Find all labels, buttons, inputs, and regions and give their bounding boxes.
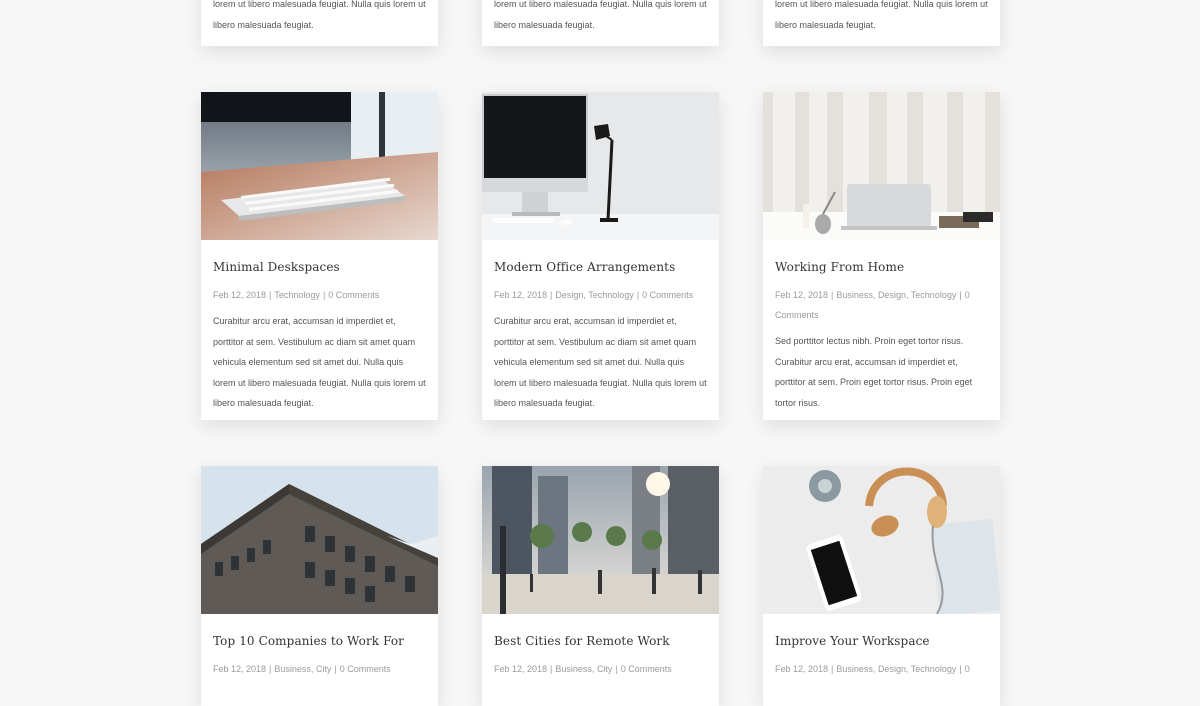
separator: |: [831, 664, 834, 674]
post-thumbnail-headphones[interactable]: [763, 466, 1000, 614]
category-link[interactable]: Design: [878, 290, 906, 300]
post-meta: Feb 12, 2018 | Technology | 0 Comments: [213, 285, 426, 305]
post-card: Working From Home Feb 12, 2018 | Business,…: [763, 92, 1000, 420]
post-thumbnail-building[interactable]: [201, 466, 438, 614]
post-thumbnail-keyboard[interactable]: [201, 92, 438, 240]
post-excerpt: Sed porttitor lectus nibh. Proin eget to…: [775, 336, 973, 408]
post-meta: Feb 12, 2018 | Business, Design, Technolog…: [775, 664, 970, 674]
post-title[interactable]: Top 10 Companies to Work For: [213, 634, 426, 648]
separator: |: [550, 290, 553, 300]
separator: |: [831, 290, 834, 300]
post-title[interactable]: Modern Office Arrangements: [494, 260, 707, 274]
category-link[interactable]: Technology: [588, 290, 634, 300]
category-link[interactable]: Technology: [911, 664, 957, 674]
post-meta: Feb 12, 2018 | Business, City | 0 Comments: [494, 664, 672, 674]
post-date: Feb 12, 2018: [775, 290, 829, 300]
separator: |: [269, 290, 272, 300]
post-date: Feb 12, 2018: [494, 290, 548, 300]
post-meta: Feb 12, 2018 | Business, City | 0 Comments: [213, 664, 391, 674]
separator: |: [322, 290, 326, 300]
post-card: Modern Office Arrangements Feb 12, 2018 |…: [482, 92, 719, 420]
post-card: Improve Your Workspace Feb 12, 2018 | Busi…: [763, 466, 1000, 706]
post-date: Feb 12, 2018: [494, 664, 548, 674]
post-card-top-1: lorem ut libero malesuada feugiat. Nulla…: [201, 0, 438, 46]
post-excerpt: Curabitur arcu erat, accumsan id imperdi…: [213, 316, 426, 409]
category-link[interactable]: City: [316, 664, 332, 674]
separator: |: [550, 664, 553, 674]
post-title[interactable]: Best Cities for Remote Work: [494, 634, 707, 648]
separator: |: [615, 664, 618, 674]
category-link[interactable]: Design: [878, 664, 906, 674]
post-meta: Feb 12, 2018 | Design, Technology | 0 Commen…: [494, 290, 694, 300]
post-body: Improve Your Workspace Feb 12, 2018 | Busi…: [763, 614, 1000, 693]
separator: |: [269, 664, 272, 674]
post-excerpt: lorem ut libero malesuada feugiat. Nulla…: [775, 0, 988, 30]
post-body: Top 10 Companies to Work For Feb 12, 201…: [201, 614, 438, 693]
post-title[interactable]: Improve Your Workspace: [775, 634, 988, 648]
comments-link[interactable]: 0 Comments: [328, 290, 379, 300]
post-card: Minimal Deskspaces Feb 12, 2018 | Technolo…: [201, 92, 438, 420]
separator: |: [636, 290, 640, 300]
post-excerpt: Curabitur arcu erat, accumsan id imperdi…: [494, 316, 707, 409]
post-title[interactable]: Minimal Deskspaces: [213, 260, 426, 274]
post-date: Feb 12, 2018: [775, 664, 829, 674]
separator: |: [959, 290, 962, 300]
category-link[interactable]: Business: [836, 664, 873, 674]
comments-link[interactable]: 0 Comments: [642, 290, 693, 300]
category-link[interactable]: Design: [555, 290, 583, 300]
separator: |: [959, 664, 962, 674]
post-excerpt: lorem ut libero malesuada feugiat. Nulla…: [213, 0, 426, 30]
category-link[interactable]: Business: [555, 664, 592, 674]
post-title[interactable]: Working From Home: [775, 260, 988, 274]
category-link[interactable]: Business: [836, 290, 873, 300]
post-body: Best Cities for Remote Work Feb 12, 2018…: [482, 614, 719, 693]
post-date: Feb 12, 2018: [213, 290, 267, 300]
comments-link[interactable]: 0: [965, 664, 970, 674]
category-link[interactable]: Business: [274, 664, 311, 674]
post-body: Minimal Deskspaces Feb 12, 2018 | Technolo…: [201, 240, 438, 420]
category-link[interactable]: Technology: [911, 290, 957, 300]
post-thumbnail-monitor[interactable]: [482, 92, 719, 240]
post-thumbnail-laptop[interactable]: [763, 92, 1000, 240]
category-link[interactable]: Technology: [274, 290, 320, 300]
post-excerpt: lorem ut libero malesuada feugiat. Nulla…: [494, 0, 707, 30]
post-card: Best Cities for Remote Work Feb 12, 2018…: [482, 466, 719, 706]
post-card-top-2: lorem ut libero malesuada feugiat. Nulla…: [482, 0, 719, 46]
post-card-top-3: lorem ut libero malesuada feugiat. Nulla…: [763, 0, 1000, 46]
post-date: Feb 12, 2018: [213, 664, 267, 674]
separator: |: [334, 664, 337, 674]
comments-link[interactable]: 0 Comments: [340, 664, 391, 674]
post-card: Top 10 Companies to Work For Feb 12, 201…: [201, 466, 438, 706]
post-body: Modern Office Arrangements Feb 12, 2018 |…: [482, 240, 719, 420]
post-body: Working From Home Feb 12, 2018 | Business,…: [763, 240, 1000, 420]
comments-link[interactable]: 0 Comments: [621, 664, 672, 674]
category-link[interactable]: City: [597, 664, 613, 674]
post-thumbnail-city[interactable]: [482, 466, 719, 614]
post-meta: Feb 12, 2018 | Business, Design, Technolog…: [775, 290, 970, 320]
